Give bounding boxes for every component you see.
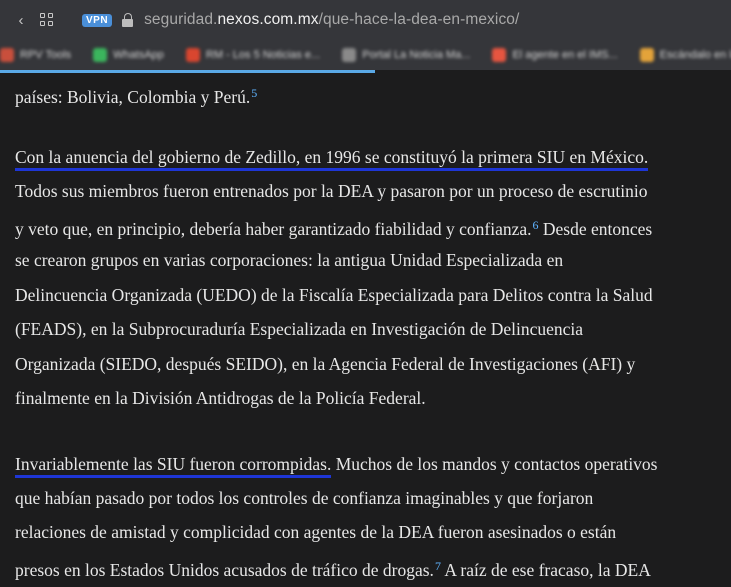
- article-line: países: Bolivia, Colombia y Perú.5: [15, 81, 257, 109]
- article-line: Delincuencia Organizada (UEDO) de la Fis…: [15, 285, 653, 305]
- article-line: (FEADS), en la Subprocuraduría Especiali…: [15, 319, 584, 339]
- article-text: Muchos de los mandos y contactos operati…: [331, 454, 658, 474]
- article-text: países: Bolivia, Colombia y Perú.: [15, 87, 251, 107]
- bookmark-item[interactable]: Portal La Noticia Ma...: [342, 48, 470, 62]
- article-line: Todos sus miembros fueron entrenados por…: [15, 181, 648, 201]
- article-line: se crearon grupos en varias corporacione…: [15, 250, 564, 270]
- vpn-badge[interactable]: VPN: [82, 13, 113, 27]
- bookmark-item[interactable]: RPV Tools: [0, 48, 71, 62]
- footnote-link-5[interactable]: 5: [251, 86, 257, 100]
- url-field[interactable]: seguridad.nexos.com.mx/que-hace-la-dea-e…: [144, 11, 519, 29]
- underlined-sentence: Invariablemente las SIU fueron corrompid…: [15, 454, 332, 478]
- bookmark-item[interactable]: RM - Los 5 Noticias e...: [185, 48, 321, 62]
- bookmark-favicon: [93, 48, 108, 62]
- bookmark-favicon: [492, 48, 507, 62]
- article-line: que habían pasado por todos los controle…: [15, 488, 594, 508]
- bookmark-favicon: [342, 48, 357, 62]
- article-text: y veto que, en principio, debería haber …: [15, 219, 532, 239]
- article-text: presos en los Estados Unidos acusados de…: [15, 560, 434, 580]
- bookmark-label: RM - Los 5 Noticias e...: [205, 49, 321, 61]
- article-line: presos en los Estados Unidos acusados de…: [15, 554, 651, 582]
- address-bar: ‹ VPN seguridad.nexos.com.mx/que-hace-la…: [0, 0, 731, 40]
- back-arrow-icon[interactable]: ‹: [12, 12, 30, 29]
- tab-grid-icon[interactable]: [40, 13, 54, 27]
- url-path: /que-hace-la-dea-en-mexico/: [318, 11, 520, 28]
- url-domain: nexos.com.mx: [217, 11, 319, 28]
- article-line: Organizada (SIEDO, después SEIDO), en la…: [15, 354, 636, 374]
- bookmark-favicon: [639, 48, 654, 62]
- lock-icon[interactable]: [122, 13, 134, 27]
- url-prefix: seguridad.: [144, 11, 218, 28]
- article-text: Desde entonces: [538, 219, 653, 239]
- bookmark-item[interactable]: Escándalo en las asame...: [639, 48, 731, 62]
- article-line: Invariablemente las SIU fueron corrompid…: [15, 452, 658, 478]
- underlined-sentence: Con la anuencia del gobierno de Zedillo,…: [15, 147, 649, 171]
- bookmarks-bar: RPV Tools WhatsApp RM - Los 5 Noticias e…: [0, 40, 731, 70]
- bookmark-favicon: [0, 48, 14, 62]
- article-line: Con la anuencia del gobierno de Zedillo,…: [15, 145, 649, 171]
- bookmark-item[interactable]: El agente en el IMS...: [492, 48, 618, 62]
- bookmark-favicon: [185, 48, 200, 62]
- bookmark-item[interactable]: WhatsApp: [93, 48, 164, 62]
- article-line: y veto que, en principio, debería haber …: [15, 213, 652, 241]
- article-line: finalmente en la División Antidrogas de …: [15, 388, 426, 408]
- article-text: A raíz de ese fracaso, la DEA: [440, 560, 651, 580]
- article-line: relaciones de amistad y complicidad con …: [15, 522, 617, 542]
- bookmark-label: El agente en el IMS...: [512, 49, 618, 61]
- bookmark-label: WhatsApp: [113, 49, 164, 61]
- bookmark-label: Portal La Noticia Ma...: [362, 49, 471, 61]
- bookmark-label: RPV Tools: [20, 49, 72, 61]
- page-load-progress-bar: [0, 70, 375, 73]
- bookmark-label: Escándalo en las asame...: [659, 49, 731, 61]
